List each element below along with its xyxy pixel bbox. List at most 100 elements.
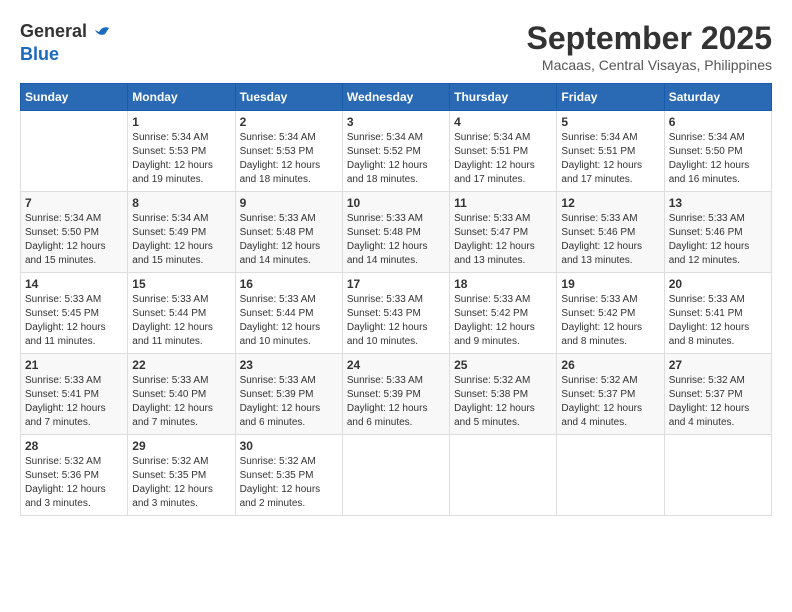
calendar-cell: 8 Sunrise: 5:34 AM Sunset: 5:49 PM Daylig… <box>128 192 235 273</box>
calendar-cell: 7Sunrise: 5:34 AM Sunset: 5:50 PM Daylig… <box>21 192 128 273</box>
day-info: Sunrise: 5:34 AM Sunset: 5:52 PM Dayligh… <box>347 131 445 187</box>
logo: General Blue <box>20 20 113 66</box>
day-number: 21 <box>25 358 123 372</box>
title-area: September 2025 Macaas, Central Visayas, … <box>527 20 772 73</box>
day-info: Sunrise: 5:33 AM Sunset: 5:44 PM Dayligh… <box>240 293 338 349</box>
weekday-header-friday: Friday <box>557 84 664 111</box>
day-info: Sunrise: 5:33 AM Sunset: 5:42 PM Dayligh… <box>454 293 552 349</box>
weekday-header-wednesday: Wednesday <box>342 84 449 111</box>
calendar-cell: 20 Sunrise: 5:33 AM Sunset: 5:41 PM Dayli… <box>664 273 771 354</box>
calendar-cell: 2 Sunrise: 5:34 AM Sunset: 5:53 PM Daylig… <box>235 111 342 192</box>
day-number: 9 <box>240 196 338 210</box>
day-number: 17 <box>347 277 445 291</box>
day-number: 11 <box>454 196 552 210</box>
calendar-cell: 1 Sunrise: 5:34 AM Sunset: 5:53 PM Daylig… <box>128 111 235 192</box>
day-number: 22 <box>132 358 230 372</box>
week-row-4: 21 Sunrise: 5:33 AM Sunset: 5:41 PM Dayli… <box>21 354 772 435</box>
weekday-header-thursday: Thursday <box>450 84 557 111</box>
calendar-cell: 4 Sunrise: 5:34 AM Sunset: 5:51 PM Daylig… <box>450 111 557 192</box>
day-info: Sunrise: 5:32 AM Sunset: 5:35 PM Dayligh… <box>132 455 230 511</box>
day-number: 1 <box>132 115 230 129</box>
calendar-cell: 18 Sunrise: 5:33 AM Sunset: 5:42 PM Dayli… <box>450 273 557 354</box>
day-info: Sunrise: 5:33 AM Sunset: 5:42 PM Dayligh… <box>561 293 659 349</box>
calendar-cell: 25 Sunrise: 5:32 AM Sunset: 5:38 PM Dayli… <box>450 354 557 435</box>
day-number: 18 <box>454 277 552 291</box>
calendar-cell <box>450 435 557 516</box>
month-title: September 2025 <box>527 20 772 57</box>
day-number: 30 <box>240 439 338 453</box>
calendar-cell: 30 Sunrise: 5:32 AM Sunset: 5:35 PM Dayli… <box>235 435 342 516</box>
weekday-header-monday: Monday <box>128 84 235 111</box>
header: General Blue September 2025 Macaas, Cent… <box>20 20 772 73</box>
calendar-cell: 13 Sunrise: 5:33 AM Sunset: 5:46 PM Dayli… <box>664 192 771 273</box>
logo-blue: Blue <box>20 44 59 64</box>
calendar-cell: 29Sunrise: 5:32 AM Sunset: 5:35 PM Dayli… <box>128 435 235 516</box>
day-number: 24 <box>347 358 445 372</box>
day-info: Sunrise: 5:33 AM Sunset: 5:43 PM Dayligh… <box>347 293 445 349</box>
calendar-cell: 5Sunrise: 5:34 AM Sunset: 5:51 PM Daylig… <box>557 111 664 192</box>
day-info: Sunrise: 5:34 AM Sunset: 5:51 PM Dayligh… <box>454 131 552 187</box>
day-info: Sunrise: 5:33 AM Sunset: 5:41 PM Dayligh… <box>25 374 123 430</box>
day-info: Sunrise: 5:32 AM Sunset: 5:37 PM Dayligh… <box>561 374 659 430</box>
day-info: Sunrise: 5:32 AM Sunset: 5:38 PM Dayligh… <box>454 374 552 430</box>
day-info: Sunrise: 5:34 AM Sunset: 5:53 PM Dayligh… <box>132 131 230 187</box>
day-info: Sunrise: 5:33 AM Sunset: 5:45 PM Dayligh… <box>25 293 123 349</box>
day-number: 12 <box>561 196 659 210</box>
day-number: 28 <box>25 439 123 453</box>
day-info: Sunrise: 5:34 AM Sunset: 5:53 PM Dayligh… <box>240 131 338 187</box>
day-number: 13 <box>669 196 767 210</box>
calendar-cell: 12 Sunrise: 5:33 AM Sunset: 5:46 PM Dayli… <box>557 192 664 273</box>
day-info: Sunrise: 5:33 AM Sunset: 5:41 PM Dayligh… <box>669 293 767 349</box>
calendar-cell <box>557 435 664 516</box>
day-info: Sunrise: 5:33 AM Sunset: 5:44 PM Dayligh… <box>132 293 230 349</box>
day-info: Sunrise: 5:33 AM Sunset: 5:48 PM Dayligh… <box>347 212 445 268</box>
day-number: 25 <box>454 358 552 372</box>
calendar-cell: 15 Sunrise: 5:33 AM Sunset: 5:44 PM Dayli… <box>128 273 235 354</box>
day-number: 6 <box>669 115 767 129</box>
day-number: 10 <box>347 196 445 210</box>
day-number: 23 <box>240 358 338 372</box>
calendar-cell: 10 Sunrise: 5:33 AM Sunset: 5:48 PM Dayli… <box>342 192 449 273</box>
day-info: Sunrise: 5:33 AM Sunset: 5:40 PM Dayligh… <box>132 374 230 430</box>
day-info: Sunrise: 5:34 AM Sunset: 5:50 PM Dayligh… <box>25 212 123 268</box>
day-number: 8 <box>132 196 230 210</box>
day-info: Sunrise: 5:34 AM Sunset: 5:50 PM Dayligh… <box>669 131 767 187</box>
day-info: Sunrise: 5:33 AM Sunset: 5:47 PM Dayligh… <box>454 212 552 268</box>
day-info: Sunrise: 5:34 AM Sunset: 5:49 PM Dayligh… <box>132 212 230 268</box>
calendar-cell: 21 Sunrise: 5:33 AM Sunset: 5:41 PM Dayli… <box>21 354 128 435</box>
calendar-cell: 28Sunrise: 5:32 AM Sunset: 5:36 PM Dayli… <box>21 435 128 516</box>
day-number: 15 <box>132 277 230 291</box>
day-number: 19 <box>561 277 659 291</box>
week-row-2: 7Sunrise: 5:34 AM Sunset: 5:50 PM Daylig… <box>21 192 772 273</box>
day-number: 20 <box>669 277 767 291</box>
day-number: 2 <box>240 115 338 129</box>
calendar-cell: 9Sunrise: 5:33 AM Sunset: 5:48 PM Daylig… <box>235 192 342 273</box>
day-number: 3 <box>347 115 445 129</box>
calendar-cell <box>342 435 449 516</box>
location-title: Macaas, Central Visayas, Philippines <box>527 57 772 73</box>
day-number: 4 <box>454 115 552 129</box>
calendar-cell: 16 Sunrise: 5:33 AM Sunset: 5:44 PM Dayli… <box>235 273 342 354</box>
calendar-cell: 19 Sunrise: 5:33 AM Sunset: 5:42 PM Dayli… <box>557 273 664 354</box>
day-info: Sunrise: 5:33 AM Sunset: 5:46 PM Dayligh… <box>561 212 659 268</box>
calendar-cell: 22 Sunrise: 5:33 AM Sunset: 5:40 PM Dayli… <box>128 354 235 435</box>
calendar-cell: 24Sunrise: 5:33 AM Sunset: 5:39 PM Dayli… <box>342 354 449 435</box>
weekday-header-sunday: Sunday <box>21 84 128 111</box>
calendar-cell: 11 Sunrise: 5:33 AM Sunset: 5:47 PM Dayli… <box>450 192 557 273</box>
calendar-cell: 17 Sunrise: 5:33 AM Sunset: 5:43 PM Dayli… <box>342 273 449 354</box>
calendar-cell: 23 Sunrise: 5:33 AM Sunset: 5:39 PM Dayli… <box>235 354 342 435</box>
day-info: Sunrise: 5:33 AM Sunset: 5:39 PM Dayligh… <box>240 374 338 430</box>
calendar-cell: 26 Sunrise: 5:32 AM Sunset: 5:37 PM Dayli… <box>557 354 664 435</box>
day-number: 26 <box>561 358 659 372</box>
logo-bird-icon <box>89 20 113 44</box>
weekday-header-saturday: Saturday <box>664 84 771 111</box>
day-info: Sunrise: 5:32 AM Sunset: 5:35 PM Dayligh… <box>240 455 338 511</box>
day-info: Sunrise: 5:32 AM Sunset: 5:37 PM Dayligh… <box>669 374 767 430</box>
weekday-header-tuesday: Tuesday <box>235 84 342 111</box>
logo-general: General <box>20 21 87 41</box>
day-number: 16 <box>240 277 338 291</box>
calendar-cell: 3 Sunrise: 5:34 AM Sunset: 5:52 PM Daylig… <box>342 111 449 192</box>
week-row-1: 1 Sunrise: 5:34 AM Sunset: 5:53 PM Daylig… <box>21 111 772 192</box>
calendar-table: SundayMondayTuesdayWednesdayThursdayFrid… <box>20 83 772 516</box>
day-info: Sunrise: 5:33 AM Sunset: 5:46 PM Dayligh… <box>669 212 767 268</box>
